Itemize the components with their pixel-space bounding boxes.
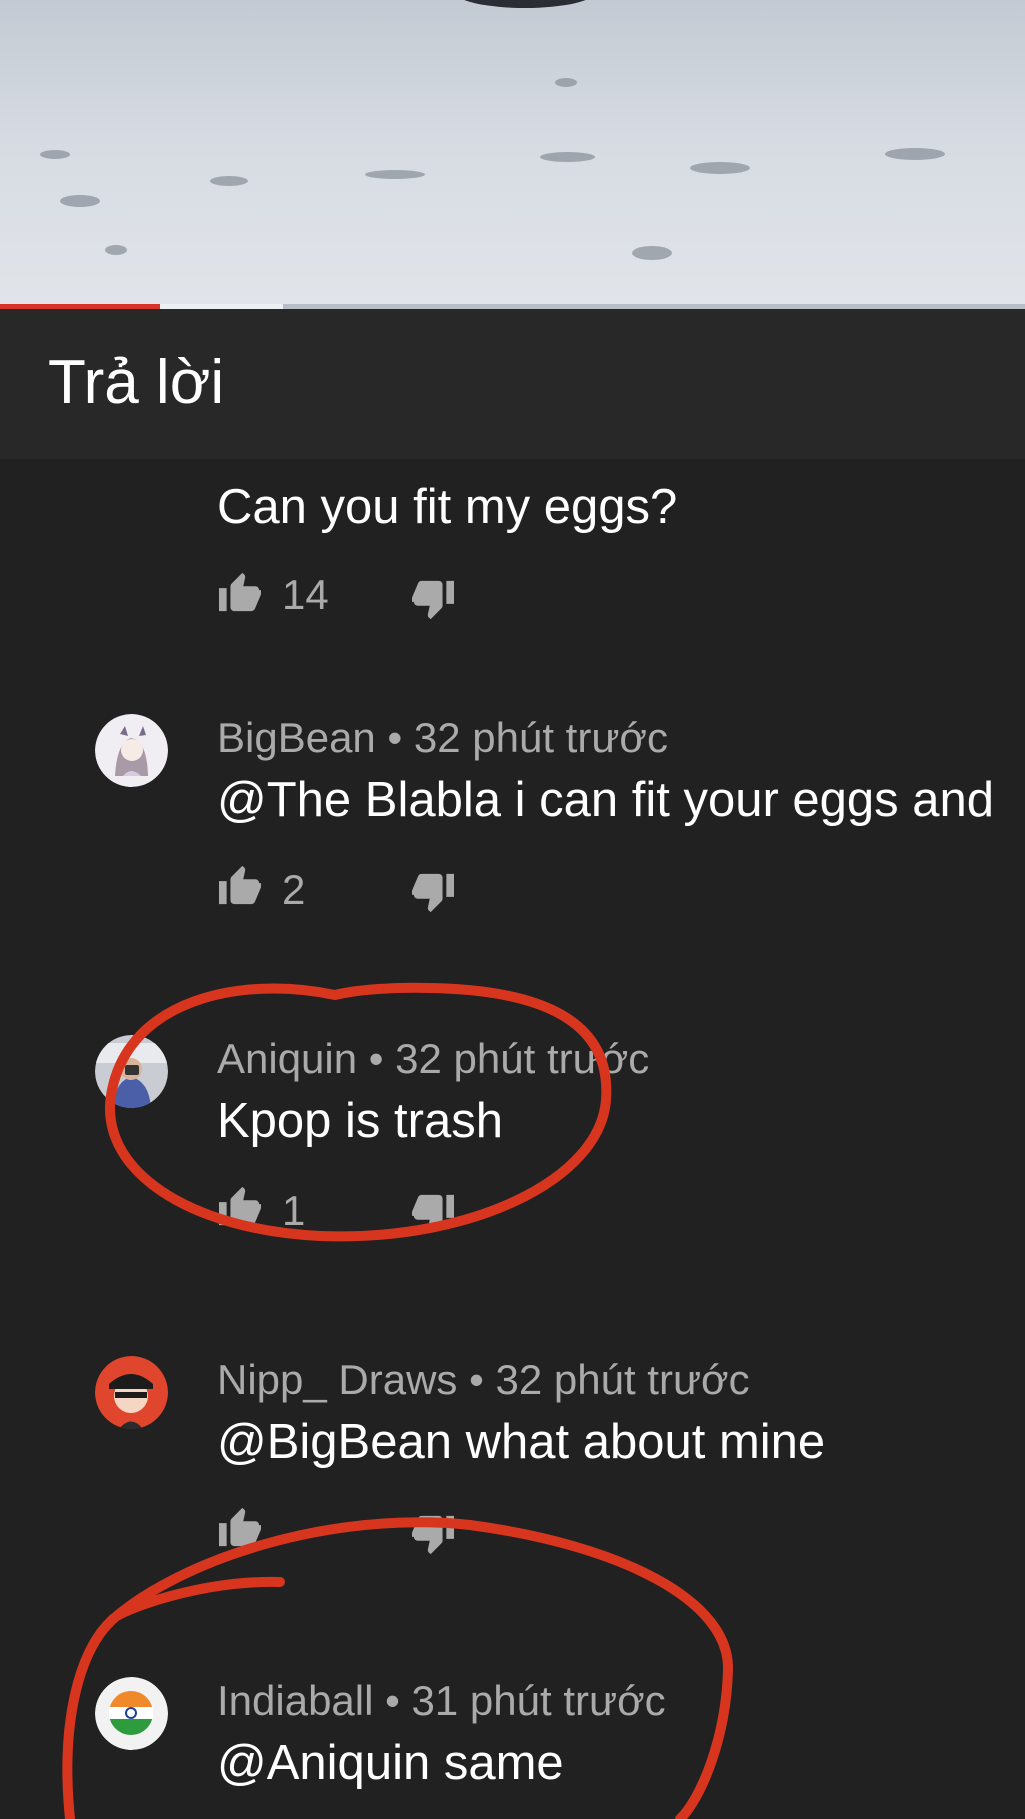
meta-separator: • bbox=[368, 1035, 384, 1082]
comment-meta: Indiaball • 31 phút trước bbox=[217, 1677, 666, 1725]
avatar[interactable] bbox=[95, 1356, 168, 1429]
list-item: Can you fit my eggs? 14 bbox=[0, 459, 1025, 679]
video-frame-detail bbox=[632, 246, 672, 260]
list-item: BigBean • 32 phút trước @The Blabla i ca… bbox=[0, 714, 1025, 994]
comment-author[interactable]: Nipp_ Draws bbox=[217, 1356, 457, 1403]
replies-header: Trả lời bbox=[0, 309, 1025, 459]
list-item: Nipp_ Draws • 32 phút trước @BigBean wha… bbox=[0, 1356, 1025, 1636]
meta-separator: • bbox=[387, 714, 403, 761]
comment-meta: Nipp_ Draws • 32 phút trước bbox=[217, 1356, 750, 1404]
comment-time: 32 phút trước bbox=[495, 1356, 750, 1403]
reply-list[interactable]: Can you fit my eggs? 14 BigBean • 32 phú… bbox=[0, 459, 1025, 1819]
thumbs-up-icon[interactable] bbox=[217, 864, 263, 906]
comment-text: Can you fit my eggs? bbox=[217, 480, 678, 534]
thumbs-down-icon[interactable] bbox=[410, 1193, 456, 1235]
page-title: Trả lời bbox=[48, 348, 225, 417]
comment-text: @The Blabla i can fit your eggs and bbox=[217, 773, 995, 827]
list-item: Indiaball • 31 phút trước @Aniquin same bbox=[0, 1677, 1025, 1819]
video-frame-detail bbox=[365, 170, 425, 179]
thumbs-up-icon[interactable] bbox=[217, 571, 263, 613]
video-frame-detail bbox=[540, 152, 595, 162]
thumbs-down-icon[interactable] bbox=[410, 872, 456, 914]
video-frame-detail bbox=[105, 245, 127, 255]
video-player[interactable] bbox=[0, 0, 1025, 304]
thumbs-down-icon[interactable] bbox=[410, 579, 456, 621]
like-count: 1 bbox=[282, 1187, 306, 1234]
comment-time: 32 phút trước bbox=[413, 714, 668, 761]
comment-time: 32 phút trước bbox=[395, 1035, 650, 1082]
video-frame-detail bbox=[555, 78, 577, 87]
avatar[interactable] bbox=[95, 1677, 168, 1750]
comment-text: @BigBean what about mine bbox=[217, 1415, 826, 1469]
comment-text: Kpop is trash bbox=[217, 1094, 503, 1148]
meta-separator: • bbox=[469, 1356, 484, 1403]
list-item: Aniquin • 32 phút trước Kpop is trash 1 bbox=[0, 1035, 1025, 1315]
thumbs-up-icon[interactable] bbox=[217, 1185, 263, 1227]
thumbs-up-icon[interactable] bbox=[217, 1506, 263, 1548]
comment-author[interactable]: Aniquin bbox=[217, 1035, 357, 1082]
comment-text: @Aniquin same bbox=[217, 1736, 564, 1790]
comment-author[interactable]: BigBean bbox=[217, 714, 376, 761]
comment-time: 31 phút trước bbox=[411, 1677, 666, 1724]
like-count: 14 bbox=[282, 571, 329, 618]
comment-author[interactable]: Indiaball bbox=[217, 1677, 373, 1724]
video-frame-detail bbox=[210, 176, 248, 186]
video-frame-detail bbox=[885, 148, 945, 160]
comment-meta: BigBean • 32 phút trước bbox=[217, 714, 668, 762]
avatar[interactable] bbox=[95, 1035, 168, 1108]
like-count: 2 bbox=[282, 866, 306, 913]
video-frame-detail bbox=[690, 162, 750, 174]
video-frame-detail bbox=[60, 195, 100, 207]
comment-meta: Aniquin • 32 phút trước bbox=[217, 1035, 649, 1083]
avatar[interactable] bbox=[95, 714, 168, 787]
meta-separator: • bbox=[385, 1677, 400, 1724]
thumbs-down-icon[interactable] bbox=[410, 1514, 456, 1556]
video-frame-object bbox=[455, 0, 595, 8]
video-frame-detail bbox=[40, 150, 70, 159]
